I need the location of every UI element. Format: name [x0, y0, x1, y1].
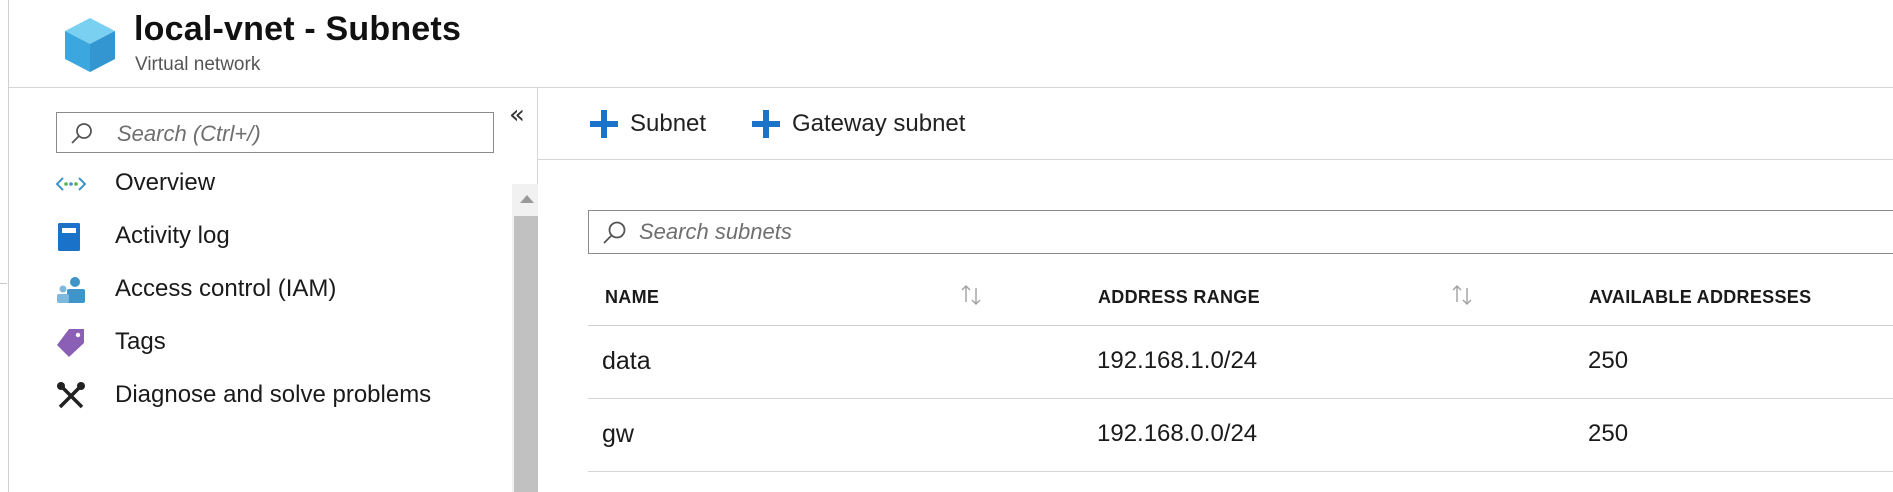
menu-item-label: Overview [115, 169, 216, 196]
add-subnet-button[interactable]: Subnet [588, 106, 718, 142]
subnet-search-input[interactable]: Search subnets [588, 210, 1893, 254]
page-title: local-vnet - Subnets [134, 10, 462, 48]
menu-item-label: Tags [115, 328, 166, 355]
menu-search-input[interactable]: Search (Ctrl+/) [56, 112, 494, 153]
column-header-available-addresses[interactable]: AVAILABLE ADDRESSES [1589, 287, 1811, 308]
scroll-thumb[interactable] [514, 216, 540, 492]
menu-search-placeholder: Search (Ctrl+/) [117, 121, 261, 146]
activity-log-icon [58, 223, 80, 251]
menu-item-diagnose[interactable]: Diagnose and solve problems [55, 374, 475, 414]
resource-menu: Search (Ctrl+/) « Overview Activity log … [9, 88, 542, 492]
overview-icon [55, 177, 87, 191]
cell-name: data [602, 347, 651, 375]
cell-available-addresses: 250 [1588, 420, 1629, 447]
iam-icon [57, 277, 85, 303]
page-subtitle: Virtual network [135, 54, 261, 75]
plus-icon [752, 110, 780, 138]
menu-item-tags[interactable]: Tags [55, 321, 475, 361]
menu-item-overview[interactable]: Overview [55, 162, 475, 202]
subnets-table-header: NAME ADDRESS RANGE AVAILABLE ADDRESSES [588, 270, 1893, 326]
cell-address-range: 192.168.1.0/24 [1097, 347, 1258, 374]
tag-icon [57, 329, 84, 357]
column-header-name[interactable]: NAME [605, 287, 659, 308]
cell-address-range: 192.168.0.0/24 [1097, 420, 1258, 447]
add-subnet-label: Subnet [630, 110, 707, 137]
virtual-network-cube-icon [65, 18, 115, 72]
search-icon [71, 123, 92, 144]
wrench-icon [57, 382, 85, 409]
subnets-blade-content: Subnet Gateway subnet Search subnets NAM… [538, 88, 1893, 492]
collapse-menu-button[interactable]: « [503, 102, 531, 130]
window-left-edge [0, 0, 9, 492]
table-row[interactable]: data 192.168.1.0/24 250 [588, 326, 1893, 399]
menu-item-label: Access control (IAM) [115, 275, 337, 302]
cell-name: gw [602, 420, 634, 448]
menu-item-label: Activity log [115, 222, 230, 249]
command-bar: Subnet Gateway subnet [538, 88, 1893, 160]
plus-icon [590, 110, 618, 138]
sort-arrows-icon[interactable] [958, 282, 984, 308]
search-icon [603, 221, 626, 244]
sort-arrows-icon[interactable] [1449, 282, 1475, 308]
blade-header: local-vnet - Subnets Virtual network [9, 0, 1893, 88]
table-row[interactable]: gw 192.168.0.0/24 250 [588, 399, 1893, 472]
add-gateway-subnet-label: Gateway subnet [792, 110, 966, 137]
menu-item-label: Diagnose and solve problems [115, 381, 432, 408]
menu-item-activity-log[interactable]: Activity log [55, 215, 475, 255]
subnet-search-placeholder: Search subnets [639, 219, 792, 244]
add-gateway-subnet-button[interactable]: Gateway subnet [750, 106, 990, 142]
menu-item-access-control[interactable]: Access control (IAM) [55, 268, 475, 308]
column-header-address-range[interactable]: ADDRESS RANGE [1098, 287, 1260, 308]
cell-available-addresses: 250 [1588, 347, 1629, 374]
